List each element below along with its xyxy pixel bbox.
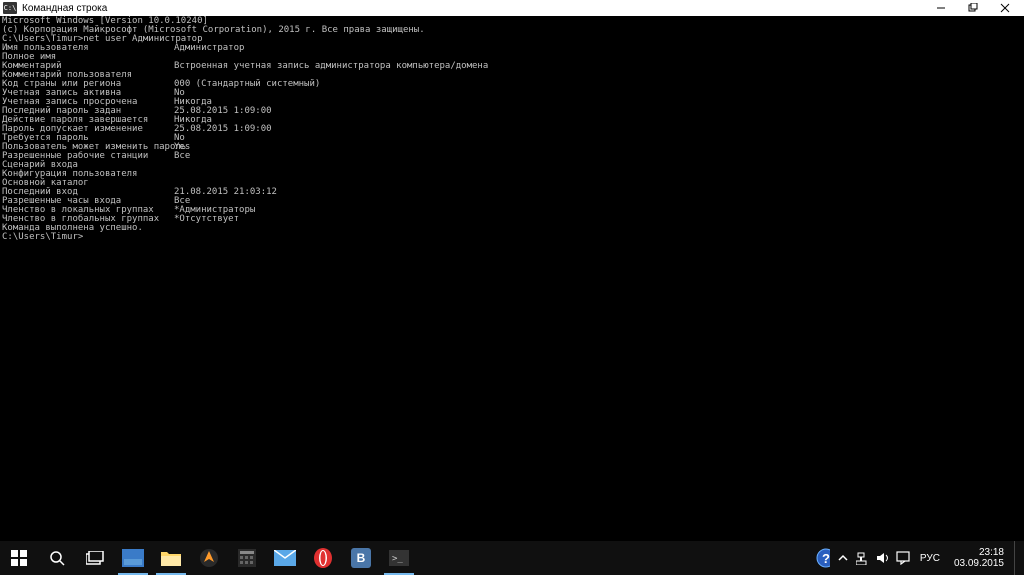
svg-text:>_: >_	[392, 554, 403, 564]
folder-icon	[161, 550, 181, 566]
taskbar-app-1[interactable]	[114, 541, 152, 575]
taskbar[interactable]: B >_ ? РУС 23:18 03.09.2015	[0, 541, 1024, 575]
help-icon: ?	[816, 548, 830, 568]
task-view-button[interactable]	[76, 541, 114, 575]
show-desktop-button[interactable]	[1014, 541, 1020, 575]
close-button[interactable]	[989, 0, 1021, 16]
console-output[interactable]: Microsoft Windows [Version 10.0.10240](с…	[0, 16, 1024, 541]
clock[interactable]: 23:18 03.09.2015	[950, 547, 1008, 569]
search-icon	[49, 550, 65, 566]
mail-icon	[274, 550, 296, 566]
window-controls	[925, 0, 1021, 16]
titlebar[interactable]: C:\ Командная строка	[0, 0, 1024, 16]
taskbar-left: B >_	[0, 541, 418, 575]
tray-chevron[interactable]	[836, 551, 850, 565]
maximize-button[interactable]	[957, 0, 989, 16]
taskbar-app-mail[interactable]	[266, 541, 304, 575]
network-icon	[856, 551, 870, 565]
start-button[interactable]	[0, 541, 38, 575]
svg-text:B: B	[357, 551, 366, 565]
cmd-taskbar-icon: >_	[389, 550, 409, 566]
svg-text:?: ?	[822, 551, 830, 566]
task-view-icon	[86, 551, 104, 565]
aimp-icon	[199, 548, 219, 568]
windows-icon	[11, 550, 27, 566]
cmd-icon: C:\	[3, 2, 17, 14]
language-indicator[interactable]: РУС	[916, 553, 944, 564]
calculator-button[interactable]	[228, 541, 266, 575]
clock-date: 03.09.2015	[954, 558, 1004, 569]
app-icon-1	[122, 549, 144, 567]
opera-button[interactable]	[304, 541, 342, 575]
chevron-up-icon	[838, 553, 848, 563]
network-tray-icon[interactable]	[856, 551, 870, 565]
taskbar-app-aimp[interactable]	[190, 541, 228, 575]
minimize-icon	[936, 3, 946, 13]
command-prompt-window: C:\ Командная строка Microsoft Windows […	[0, 0, 1024, 541]
calculator-icon	[238, 549, 256, 567]
opera-icon	[313, 548, 333, 568]
cmd-taskbar-button[interactable]: >_	[380, 541, 418, 575]
file-explorer-button[interactable]	[152, 541, 190, 575]
vk-icon: B	[351, 548, 371, 568]
clock-time: 23:18	[954, 547, 1004, 558]
volume-tray-icon[interactable]	[876, 551, 890, 565]
volume-icon	[876, 551, 890, 565]
close-icon	[1000, 3, 1010, 13]
maximize-icon	[968, 3, 978, 13]
taskbar-right: ? РУС 23:18 03.09.2015	[816, 541, 1024, 575]
window-title: Командная строка	[22, 3, 925, 14]
minimize-button[interactable]	[925, 0, 957, 16]
vk-button[interactable]: B	[342, 541, 380, 575]
help-tray-icon[interactable]: ?	[816, 551, 830, 565]
notification-icon	[896, 551, 910, 565]
action-center-icon[interactable]	[896, 551, 910, 565]
search-button[interactable]	[38, 541, 76, 575]
